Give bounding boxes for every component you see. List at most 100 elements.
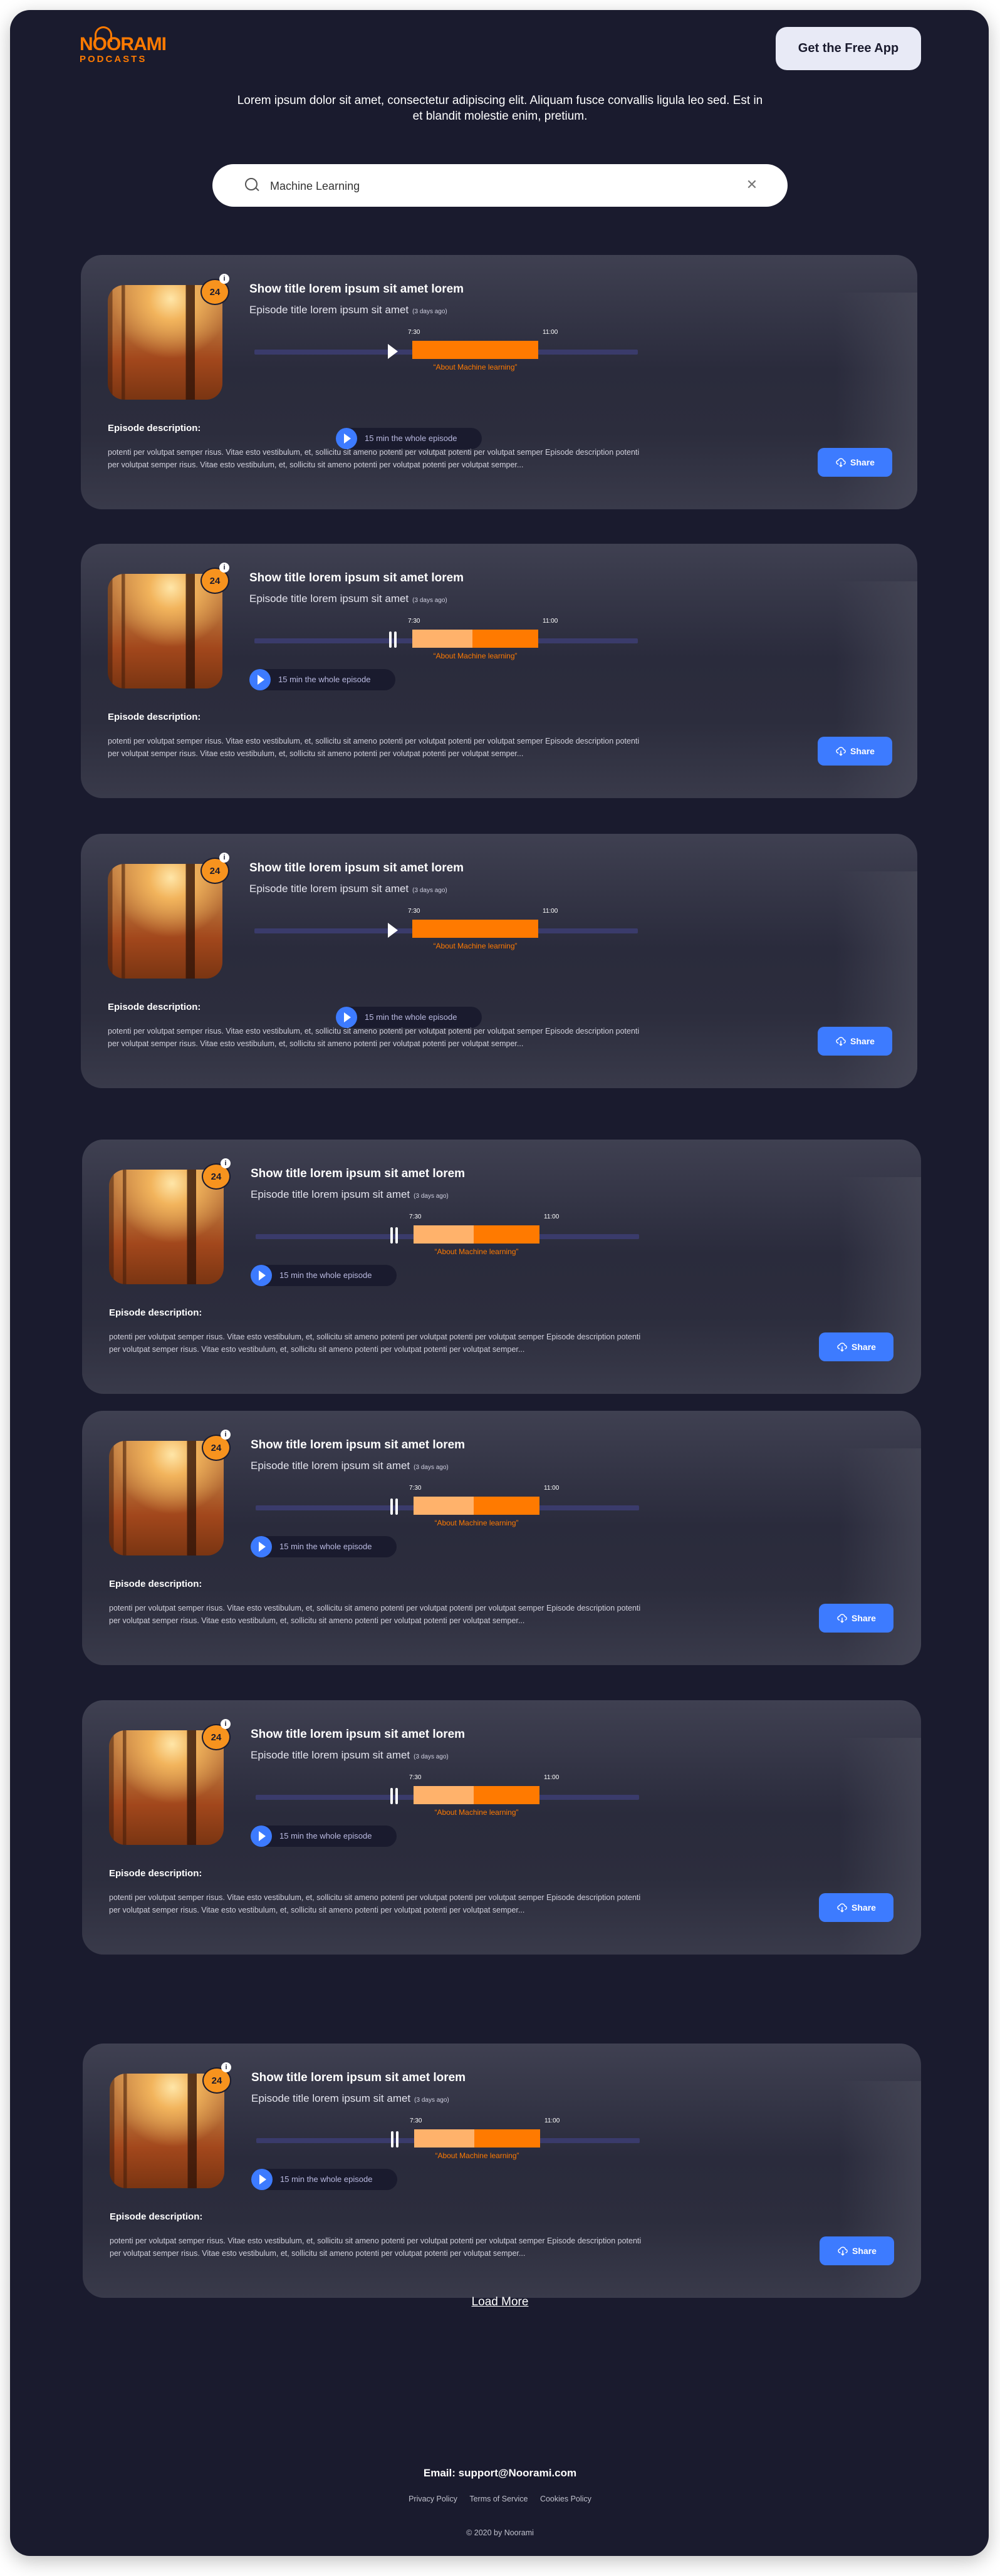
share-button[interactable]: Share <box>818 737 892 766</box>
play-whole-episode-button[interactable]: 15 min the whole episode <box>251 2169 397 2190</box>
share-button[interactable]: Share <box>819 1332 893 1361</box>
segment-bar[interactable] <box>412 920 538 938</box>
comment-badge[interactable]: 24 i <box>201 274 232 305</box>
segment-label: “About Machine learning” <box>434 1808 519 1817</box>
show-title[interactable]: Show title lorem ipsum sit amet lorem <box>249 571 464 585</box>
whole-episode-label: 15 min the whole episode <box>279 1542 372 1551</box>
info-icon[interactable]: i <box>221 2062 231 2072</box>
segment-label: “About Machine learning” <box>434 1519 519 1527</box>
info-icon[interactable]: i <box>221 1158 231 1168</box>
load-more-link[interactable]: Load More <box>472 2295 529 2309</box>
pause-icon[interactable] <box>389 1227 399 1244</box>
segment-bar[interactable] <box>414 2129 540 2148</box>
segment-bar[interactable] <box>414 1497 539 1515</box>
segment-bar[interactable] <box>412 341 538 359</box>
comment-badge[interactable]: 24 i <box>202 1158 233 1190</box>
show-title[interactable]: Show title lorem ipsum sit amet lorem <box>251 1167 465 1181</box>
segment-bar[interactable] <box>414 1225 539 1244</box>
comment-badge[interactable]: 24 i <box>202 1430 233 1461</box>
segment-bar[interactable] <box>412 630 538 648</box>
privacy-policy-link[interactable]: Privacy Policy <box>409 2495 457 2503</box>
cloud-download-icon <box>836 1037 846 1046</box>
comment-badge[interactable]: 24 i <box>201 853 232 884</box>
segment-start-time: 7:30 <box>409 1774 422 1781</box>
search-input[interactable] <box>269 175 710 197</box>
segment-end-time: 11:00 <box>543 618 558 625</box>
info-icon[interactable]: i <box>221 1430 231 1440</box>
episode-title-text: Episode title lorem ipsum sit amet <box>251 1460 410 1472</box>
play-whole-episode-button[interactable]: 15 min the whole episode <box>251 1265 397 1286</box>
comment-badge[interactable]: 24 i <box>201 563 232 594</box>
play-icon[interactable] <box>388 344 398 359</box>
whole-episode-label: 15 min the whole episode <box>365 434 457 443</box>
info-icon[interactable]: i <box>219 853 229 863</box>
pause-icon[interactable] <box>389 1788 399 1804</box>
episode-age: (3 days ago) <box>414 1193 449 1200</box>
share-label: Share <box>852 1342 876 1352</box>
play-icon <box>251 2169 273 2190</box>
show-title[interactable]: Show title lorem ipsum sit amet lorem <box>251 1438 465 1452</box>
show-title[interactable]: Show title lorem ipsum sit amet lorem <box>249 283 464 296</box>
episode-card: 24 i Show title lorem ipsum sit amet lor… <box>82 1140 921 1394</box>
episode-title: Episode title lorem ipsum sit amet (3 day… <box>251 1749 449 1762</box>
share-button[interactable]: Share <box>819 1604 893 1633</box>
cloud-download-icon <box>837 1903 847 1913</box>
show-title[interactable]: Show title lorem ipsum sit amet lorem <box>249 861 464 875</box>
badge-count: 24 <box>211 1171 222 1182</box>
segment-bar[interactable] <box>414 1786 539 1804</box>
info-icon[interactable]: i <box>219 274 229 284</box>
cloud-download-icon <box>837 1343 847 1352</box>
show-title[interactable]: Show title lorem ipsum sit amet lorem <box>251 1728 465 1742</box>
segment-start-time: 7:30 <box>409 1213 422 1220</box>
episode-title-text: Episode title lorem ipsum sit amet <box>251 1749 410 1761</box>
logo[interactable]: NOORAMI PODCASTS <box>80 26 167 65</box>
comment-badge[interactable]: 24 i <box>202 2062 234 2094</box>
episode-age: (3 days ago) <box>414 1464 449 1471</box>
terms-of-service-link[interactable]: Terms of Service <box>469 2495 528 2503</box>
description-heading: Episode description: <box>109 1868 202 1879</box>
whole-episode-label: 15 min the whole episode <box>279 1831 372 1841</box>
cloud-download-icon <box>837 1614 847 1623</box>
episode-title-text: Episode title lorem ipsum sit amet <box>249 883 409 895</box>
segment-label: “About Machine learning” <box>435 2151 519 2160</box>
badge-count: 24 <box>211 2075 222 2086</box>
episode-card: 24 i Show title lorem ipsum sit amet lor… <box>82 1411 921 1665</box>
footer-links: Privacy Policy Terms of Service Cookies … <box>0 2495 1000 2503</box>
description-heading: Episode description: <box>110 2211 203 2222</box>
whole-episode-label: 15 min the whole episode <box>279 1270 372 1280</box>
segment-start-time: 7:30 <box>410 2117 422 2124</box>
cloud-download-icon <box>836 747 846 756</box>
whole-episode-label: 15 min the whole episode <box>280 2174 373 2184</box>
share-button[interactable]: Share <box>818 448 892 477</box>
play-icon[interactable] <box>388 923 398 938</box>
episode-description: potenti per volutpat semper risus. Vitae… <box>110 2236 642 2258</box>
share-button[interactable]: Share <box>818 1027 892 1056</box>
pause-icon[interactable] <box>388 631 398 648</box>
episode-description: potenti per volutpat semper risus. Vitae… <box>108 737 640 758</box>
footer-email: Email: support@Noorami.com <box>423 2467 577 2479</box>
show-title[interactable]: Show title lorem ipsum sit amet lorem <box>251 2071 466 2085</box>
logo-text: NOORAMI <box>80 34 167 55</box>
play-whole-episode-button[interactable]: 15 min the whole episode <box>251 1536 397 1557</box>
get-app-button[interactable]: Get the Free App <box>776 27 921 70</box>
whole-episode-label: 15 min the whole episode <box>365 1012 457 1022</box>
badge-count: 24 <box>211 1732 222 1743</box>
episode-age: (3 days ago) <box>414 2097 449 2104</box>
cookies-policy-link[interactable]: Cookies Policy <box>540 2495 591 2503</box>
comment-badge[interactable]: 24 i <box>202 1719 233 1750</box>
info-icon[interactable]: i <box>221 1719 231 1729</box>
close-icon[interactable]: ✕ <box>742 175 761 194</box>
episode-age: (3 days ago) <box>414 1753 449 1760</box>
episode-title: Episode title lorem ipsum sit amet (3 day… <box>249 593 447 605</box>
pause-icon[interactable] <box>390 2131 400 2148</box>
whole-episode-label: 15 min the whole episode <box>278 675 371 684</box>
info-icon[interactable]: i <box>219 563 229 573</box>
search-bar: ✕ <box>212 164 788 207</box>
play-icon <box>249 669 271 690</box>
pause-icon[interactable] <box>389 1498 399 1515</box>
share-button[interactable]: Share <box>820 2236 894 2265</box>
play-whole-episode-button[interactable]: 15 min the whole episode <box>251 1826 397 1847</box>
play-whole-episode-button[interactable]: 15 min the whole episode <box>249 669 395 690</box>
share-button[interactable]: Share <box>819 1893 893 1922</box>
episode-card: 24 i Show title lorem ipsum sit amet lor… <box>81 255 917 509</box>
